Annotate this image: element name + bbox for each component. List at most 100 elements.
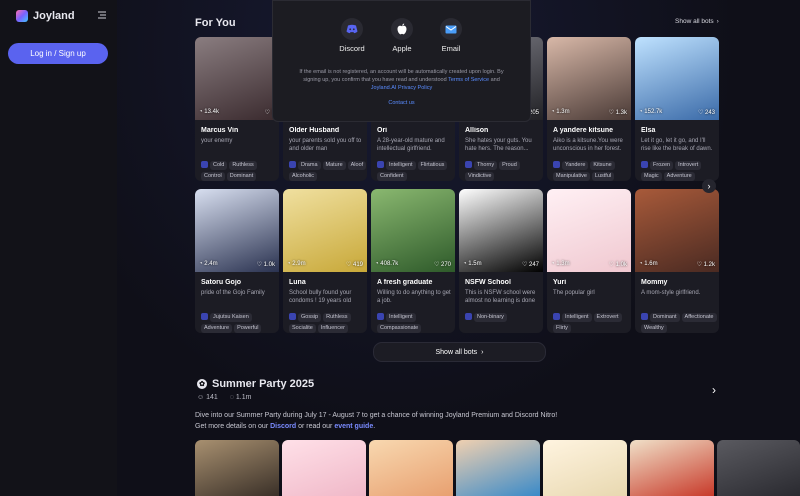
event-next-icon[interactable]: › [707, 383, 721, 397]
bot-card[interactable]: ◔ 1.5m ♡ 247 NSFW School This is NSFW schoo… [459, 189, 543, 333]
discord-link[interactable]: Discord [270, 423, 296, 430]
bot-tag[interactable]: Confident [377, 172, 407, 181]
bot-avatar-image [635, 37, 719, 120]
bot-tag[interactable]: Manipulative [553, 172, 590, 181]
discord-login-button[interactable]: Discord [332, 18, 372, 53]
bot-tag[interactable]: Wealthy [641, 324, 667, 333]
event-desc-prefix: Get more details on our [195, 423, 269, 430]
bot-tag[interactable]: Kitsune [590, 161, 615, 170]
bot-name: NSFW School [465, 279, 511, 286]
bot-tag[interactable]: Adventure [663, 172, 695, 181]
bot-name: A yandere kitsune [553, 127, 614, 134]
event-entry-image[interactable] [282, 440, 366, 496]
image-icon [641, 313, 648, 320]
bot-name: Older Husband [289, 127, 340, 134]
bot-tag[interactable]: Cold [210, 161, 228, 170]
event-entry-image[interactable] [369, 440, 453, 496]
bot-tag[interactable]: Intelligent [386, 161, 416, 170]
show-all-bots-button[interactable]: Show all bots › [373, 342, 546, 362]
bot-tag[interactable]: Intelligent [562, 313, 592, 322]
bot-tag[interactable]: Thorny [474, 161, 498, 170]
event-guide-link[interactable]: event guide [334, 423, 373, 430]
event-description: Dive into our Summer Party during July 1… [195, 410, 595, 432]
bot-tag[interactable]: Aloof [347, 161, 367, 170]
bot-tag[interactable]: Ruthless [323, 313, 351, 322]
next-bots-button[interactable]: › [702, 179, 716, 193]
bot-card[interactable]: ◔ 1.3m ♡ 1.0k Yuri The popular girl Intellig… [547, 189, 631, 333]
chevron-right-icon: › [481, 348, 484, 356]
signup-note: If the email is not registered, an accou… [293, 68, 510, 92]
bot-tag[interactable]: Adventure [201, 324, 233, 333]
bot-tag[interactable]: Flirty [553, 324, 571, 333]
event-desc-end: . [373, 423, 376, 430]
bot-card[interactable]: ◔ 152.7k ♡ 243 Elsa Let it go, let it go, a… [635, 37, 719, 181]
bot-tag[interactable]: Non-binary [474, 313, 507, 322]
bot-tag[interactable]: Alcoholic [289, 172, 318, 181]
show-all-bots-link[interactable]: Show all bots › [675, 18, 719, 25]
bot-tag[interactable]: Proud [499, 161, 520, 170]
provider-label: Apple [392, 44, 412, 53]
bot-stats: ◔ 1.3m ♡ 1.0k [551, 261, 627, 268]
bot-tag[interactable]: Dominant [650, 313, 680, 322]
collapse-sidebar-icon[interactable] [97, 10, 107, 20]
bot-tag[interactable]: Dominant [226, 172, 257, 181]
bot-tag[interactable]: Drama [298, 161, 321, 170]
bot-tag[interactable]: Compassionate [377, 324, 422, 333]
bot-tag[interactable]: Mature [322, 161, 346, 170]
bot-card[interactable]: ◔ 1.3m ♡ 1.3k A yandere kitsune Aiko is a k… [547, 37, 631, 181]
and-text: and [490, 77, 500, 83]
bot-card[interactable]: ◔ 1.6m ♡ 1.2k Mommy A mom-style girlfriend.… [635, 189, 719, 333]
event-desc-mid: or read our [298, 423, 333, 430]
like-count: ♡ 1.3k [608, 110, 627, 116]
bot-tag[interactable]: Control [201, 172, 225, 181]
bot-tag[interactable]: Gossip [298, 313, 322, 322]
bot-tag[interactable]: Influencer [317, 324, 348, 333]
app-logo[interactable]: Joyland [16, 10, 75, 22]
bot-avatar-image [547, 37, 631, 120]
bot-tag[interactable]: Magic [641, 172, 662, 181]
login-signup-button[interactable]: Log in / Sign up [8, 43, 108, 64]
event-title[interactable]: ✿ Summer Party 2025 [197, 378, 314, 390]
event-entry-image[interactable] [630, 440, 714, 496]
bot-tag[interactable]: Intelligent [386, 313, 416, 322]
bot-description: The popular girl [553, 290, 595, 296]
bot-tag[interactable]: Socialite [289, 324, 316, 333]
bot-tag[interactable]: Jujutsu Kaisen [210, 313, 252, 322]
bot-tag[interactable]: Flirtatious [417, 161, 448, 170]
bot-stats: ◔ 1.6m ♡ 1.2k [639, 261, 715, 268]
bot-tag[interactable]: Yandere [562, 161, 589, 170]
bot-name: Mommy [641, 279, 668, 286]
bot-tags: Drama Mature Aloof Alcoholic [289, 161, 367, 181]
bot-tag[interactable]: Extrovert [593, 313, 622, 322]
bot-tag[interactable]: Powerful [234, 324, 262, 333]
contact-us-link[interactable]: Contact us [273, 100, 530, 106]
bot-tag[interactable]: Ruthless [229, 161, 257, 170]
event-entry-image[interactable] [717, 440, 800, 496]
like-count: ♡ 1.0k [608, 262, 627, 268]
chat-count: ◔ 1.3m [551, 109, 570, 115]
event-entry-image[interactable] [195, 440, 279, 496]
views-count: 1.1m [235, 394, 252, 401]
event-entry-image[interactable] [543, 440, 627, 496]
bot-tag[interactable]: Affectionate [681, 313, 717, 322]
event-icon: ✿ [197, 379, 207, 389]
image-icon [553, 313, 560, 320]
event-entry-image[interactable] [456, 440, 540, 496]
bot-tag[interactable]: Vindictive [465, 172, 495, 181]
bot-tag[interactable]: Introvert [675, 161, 702, 170]
bot-name: Marcus Vin [201, 127, 239, 134]
participants-count: 141 [206, 394, 218, 401]
terms-link[interactable]: Terms of Service [448, 77, 489, 83]
bot-stats: ◔ 13.4k ♡ 1 [199, 109, 275, 116]
bot-tag[interactable]: Lustful [591, 172, 615, 181]
email-login-button[interactable]: Email [431, 18, 471, 53]
bot-tag[interactable]: Frozen [650, 161, 674, 170]
bot-name: Allison [465, 127, 489, 134]
apple-login-button[interactable]: Apple [382, 18, 422, 53]
bot-card[interactable]: ◔ 13.4k ♡ 1 Marcus Vin your enemy Cold Ruthle… [195, 37, 279, 181]
bot-card[interactable]: ◔ 2.4m ♡ 1.0k Satoru Gojo pride of the Gojo… [195, 189, 279, 333]
bot-card[interactable]: ◔ 408.7k ♡ 270 A fresh graduate Willing to … [371, 189, 455, 333]
bot-tags: Intelligent Extrovert Flirty [553, 313, 631, 333]
bot-card[interactable]: ◔ 2.9m ♡ 419 Luna School bully found your c… [283, 189, 367, 333]
privacy-link[interactable]: Joyland.AI Privacy Policy [371, 85, 432, 91]
